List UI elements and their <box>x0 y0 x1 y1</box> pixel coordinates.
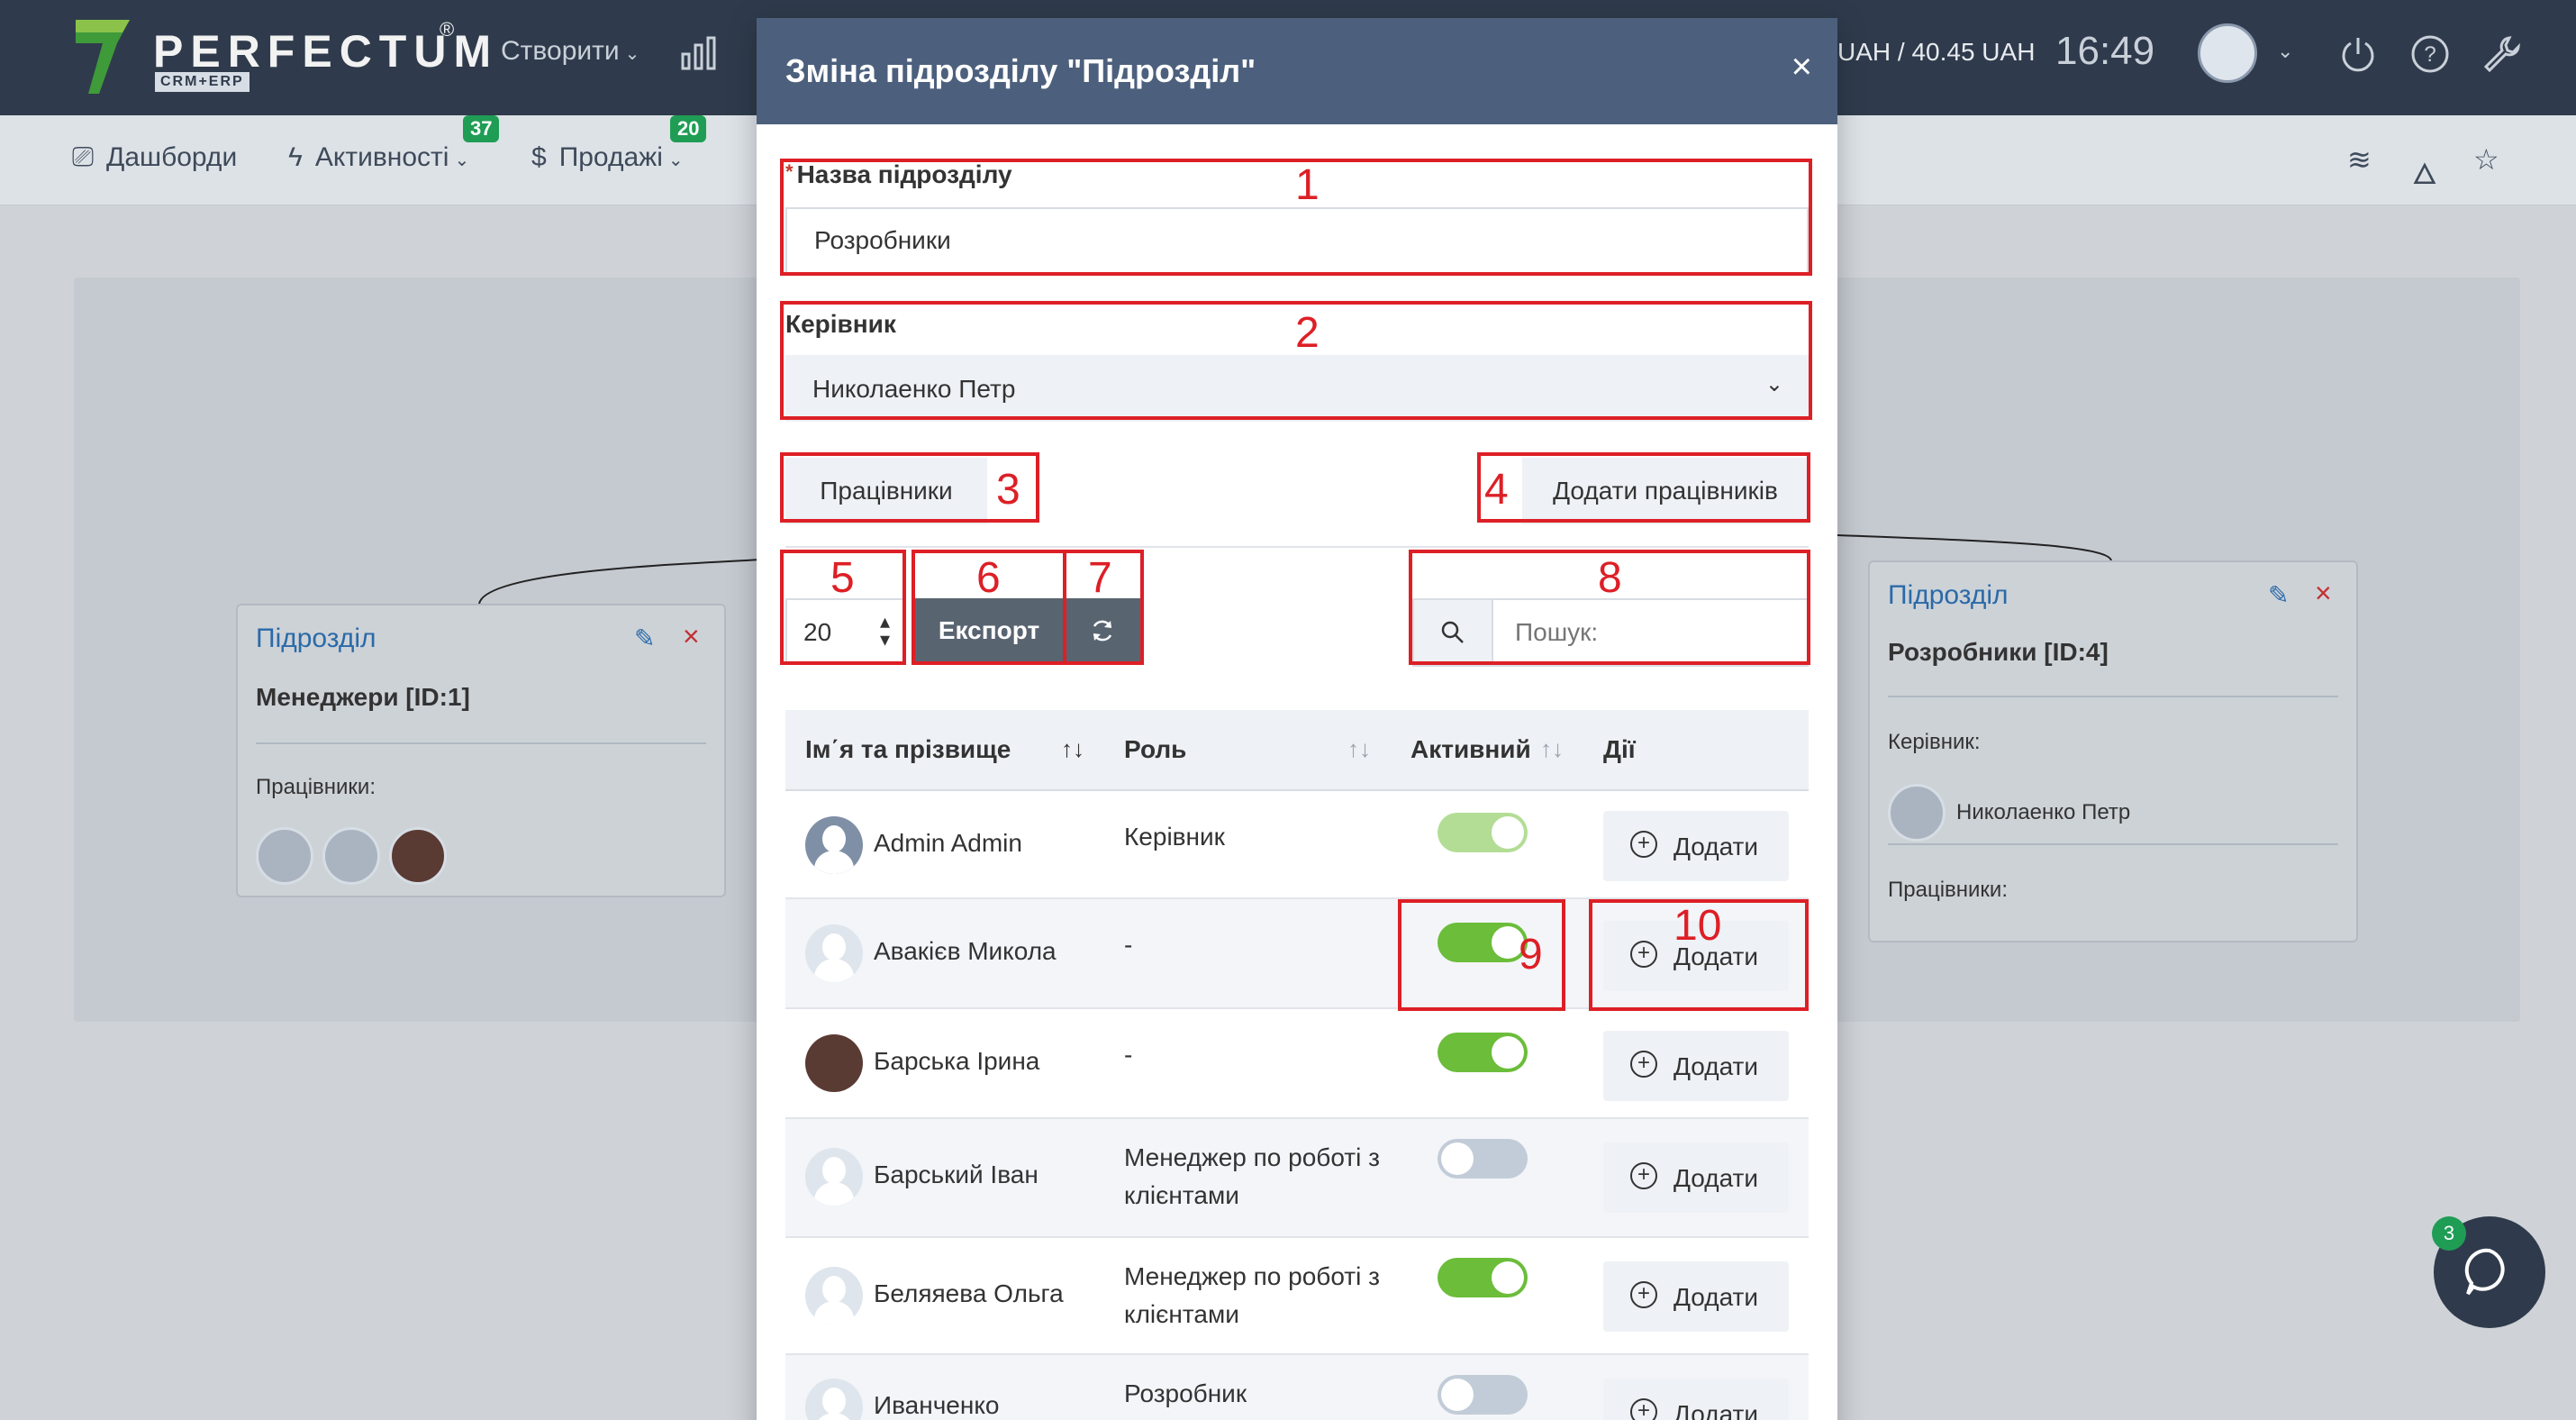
employee-name: Барська Ірина <box>874 1047 1040 1075</box>
dept-card-title[interactable]: Підрозділ <box>256 624 376 654</box>
modal-title: Зміна підрозділу "Підрозділ" <box>785 52 1256 89</box>
add-button[interactable]: + Додати <box>1603 1261 1789 1332</box>
avatar <box>805 1148 863 1206</box>
annotation-number: 9 <box>1519 931 1543 979</box>
dept-card-title[interactable]: Підрозділ <box>1888 580 2009 611</box>
active-toggle[interactable] <box>1438 1375 1528 1415</box>
avatar[interactable] <box>389 827 447 885</box>
employee-name: Иванченко <box>874 1391 1000 1419</box>
add-button[interactable]: + Додати <box>1603 1142 1789 1213</box>
pencil-icon[interactable]: ✎ <box>2268 580 2289 610</box>
table-row: Беляяева Ольга Менеджер по роботі з кліє… <box>785 1238 1809 1355</box>
table-row: Admin Admin Керівник + Додати <box>785 791 1809 899</box>
annotation-number: 7 <box>1088 554 1112 602</box>
avatar <box>805 1267 863 1324</box>
add-button-label: Додати <box>1673 1400 1758 1420</box>
dept-card-managers: Підрозділ ✎ × Менеджери [ID:1] Працівник… <box>236 604 726 897</box>
column-header-name[interactable]: Ім΄я та прізвище <box>805 735 1011 764</box>
annotation-box-4 <box>1477 452 1810 523</box>
sort-icon[interactable]: ↑↓ <box>1540 735 1564 763</box>
pencil-icon[interactable]: ✎ <box>634 624 655 653</box>
employee-role: Менеджер по роботі з клієнтами <box>1124 1262 1380 1328</box>
add-button[interactable]: + Додати <box>1603 1031 1789 1101</box>
employees-label: Працівники: <box>1888 878 2009 902</box>
close-icon[interactable]: × <box>2315 577 2332 610</box>
plus-circle-icon: + <box>1630 1398 1657 1420</box>
annotation-number: 2 <box>1295 309 1320 357</box>
plus-circle-icon: + <box>1630 1051 1657 1078</box>
divider <box>256 742 706 744</box>
employee-role: Керівник <box>1124 823 1225 851</box>
plus-circle-icon: + <box>1630 1281 1657 1308</box>
sort-icon[interactable]: ↑↓ <box>1061 735 1084 763</box>
avatar <box>805 816 863 874</box>
add-button-label: Додати <box>1673 833 1758 860</box>
plus-circle-icon: + <box>1630 831 1657 858</box>
divider <box>1888 843 2338 845</box>
employee-name: Admin Admin <box>874 829 1022 857</box>
chat-bubble-icon <box>2464 1248 2505 1296</box>
active-toggle[interactable] <box>1438 1139 1528 1179</box>
sort-icon[interactable]: ↑↓ <box>1347 735 1371 763</box>
column-header-actions: Дії <box>1603 735 1636 763</box>
add-button-label: Додати <box>1673 1164 1758 1192</box>
divider <box>785 546 1809 548</box>
manager-name: Николаенко Петр <box>1956 800 2131 824</box>
manager-label: Керівник: <box>1888 730 1981 754</box>
employee-name: Барський Іван <box>874 1161 1039 1188</box>
dept-card-name: Менеджери [ID:1] <box>256 683 470 711</box>
avatar <box>805 1034 863 1092</box>
add-button[interactable]: + Додати <box>1603 1379 1789 1420</box>
table-row: Барський Іван Менеджер по роботі з клієн… <box>785 1119 1809 1238</box>
chat-badge: 3 <box>2432 1216 2466 1251</box>
annotation-number: 3 <box>996 466 1020 514</box>
annotation-number: 5 <box>830 554 855 602</box>
avatar[interactable] <box>322 827 380 885</box>
column-header-active[interactable]: Активний <box>1410 735 1531 764</box>
employee-role: - <box>1124 931 1133 959</box>
add-button-label: Додати <box>1673 1052 1758 1080</box>
active-toggle[interactable] <box>1438 1033 1528 1072</box>
avatar[interactable] <box>256 827 313 885</box>
dept-card-developers: Підрозділ ✎ × Розробники [ID:4] Керівник… <box>1868 560 2358 942</box>
employee-role: - <box>1124 1041 1133 1069</box>
table-row: Иванченко Розробник + Додати <box>785 1355 1809 1420</box>
active-toggle[interactable] <box>1438 1258 1528 1297</box>
dept-card-name: Розробники [ID:4] <box>1888 638 2109 666</box>
add-button-label: Додати <box>1673 1283 1758 1311</box>
table-header: Ім΄я та прізвище ↑↓ Роль ↑↓ Активний ↑↓ … <box>785 710 1809 791</box>
active-toggle[interactable] <box>1438 813 1528 852</box>
avatar[interactable] <box>1888 784 1946 842</box>
close-icon[interactable]: × <box>1791 47 1812 87</box>
annotation-number: 4 <box>1484 466 1509 514</box>
divider <box>1888 696 2338 697</box>
avatar <box>805 1379 863 1420</box>
close-icon[interactable]: × <box>683 620 700 653</box>
employee-role: Менеджер по роботі з клієнтами <box>1124 1143 1380 1209</box>
modal-header: Зміна підрозділу "Підрозділ" × <box>757 18 1837 124</box>
column-header-role[interactable]: Роль <box>1124 735 1186 764</box>
employee-name: Беляяева Ольга <box>874 1279 1064 1307</box>
table-row: Барська Ірина - + Додати <box>785 1009 1809 1119</box>
annotation-number: 10 <box>1673 902 1722 950</box>
employee-name: Авакієв Микола <box>874 937 1057 965</box>
employee-role: Розробник <box>1124 1379 1247 1407</box>
annotation-number: 1 <box>1295 161 1320 209</box>
avatar <box>805 924 863 982</box>
annotation-number: 6 <box>976 554 1001 602</box>
plus-circle-icon: + <box>1630 1162 1657 1189</box>
employees-label: Працівники: <box>256 775 376 799</box>
add-button[interactable]: + Додати <box>1603 811 1789 881</box>
annotation-number: 8 <box>1598 554 1622 602</box>
